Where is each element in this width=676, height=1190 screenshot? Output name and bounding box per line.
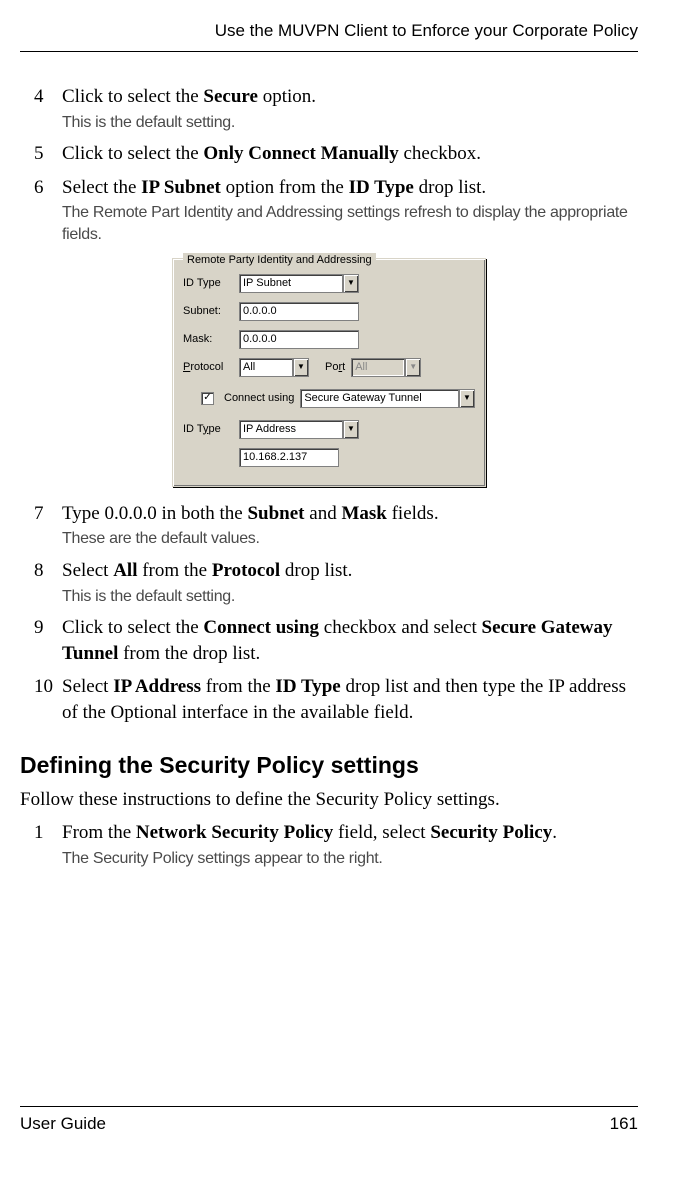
step-number: 7 (34, 501, 62, 550)
remote-party-dialog: Remote Party Identity and Addressing ID … (172, 258, 486, 487)
protocol-value: All (239, 358, 293, 377)
dialog-figure: Remote Party Identity and Addressing ID … (20, 258, 638, 487)
subnet-input[interactable] (239, 302, 359, 321)
idtype-row: ID Type IP Subnet ▼ (183, 274, 475, 293)
step-number: 6 (34, 175, 62, 246)
idtype2-dropdown[interactable]: IP Address ▼ (239, 420, 359, 439)
step-4: 4 Click to select the Secure option. Thi… (34, 84, 638, 133)
mask-label: Mask: (183, 332, 233, 347)
step-text: Type 0.0.0.0 in both the Subnet and Mask… (62, 501, 638, 527)
idtype2-row: ID Type IP Address ▼ (183, 420, 475, 439)
port-dropdown: All ▼ (351, 358, 421, 377)
protocol-label: Protocol (183, 360, 233, 375)
idtype-value: IP Subnet (239, 274, 343, 293)
subnet-label: Subnet: (183, 304, 233, 319)
section-steps: 1 From the Network Security Policy field… (34, 820, 638, 869)
step-note: This is the default setting. (62, 586, 638, 608)
step-text: Click to select the Connect using checkb… (62, 615, 638, 666)
step-note: The Security Policy settings appear to t… (62, 848, 638, 870)
protocol-dropdown[interactable]: All ▼ (239, 358, 309, 377)
idtype2-label: ID Type (183, 422, 233, 437)
step-number: 9 (34, 615, 62, 666)
chevron-down-icon[interactable]: ▼ (459, 389, 475, 408)
ip-row (183, 448, 475, 467)
page-header: Use the MUVPN Client to Enforce your Cor… (20, 20, 638, 52)
sec-step-1: 1 From the Network Security Policy field… (34, 820, 638, 869)
section-intro: Follow these instructions to define the … (20, 787, 638, 813)
chevron-down-icon: ▼ (405, 358, 421, 377)
step-text: Click to select the Secure option. (62, 84, 638, 110)
section-heading: Defining the Security Policy settings (20, 750, 638, 781)
step-10: 10 Select IP Address from the ID Type dr… (34, 674, 638, 725)
instruction-steps-cont: 7 Type 0.0.0.0 in both the Subnet and Ma… (34, 501, 638, 726)
step-7: 7 Type 0.0.0.0 in both the Subnet and Ma… (34, 501, 638, 550)
step-text: Select IP Address from the ID Type drop … (62, 674, 638, 725)
connect-using-row: ✓ Connect using Secure Gateway Tunnel ▼ (201, 389, 475, 408)
footer-left: User Guide (20, 1113, 106, 1136)
chevron-down-icon[interactable]: ▼ (293, 358, 309, 377)
connect-using-value: Secure Gateway Tunnel (300, 389, 459, 408)
step-6: 6 Select the IP Subnet option from the I… (34, 175, 638, 246)
protocol-row: Protocol All ▼ Port All ▼ (183, 358, 475, 377)
idtype-dropdown[interactable]: IP Subnet ▼ (239, 274, 359, 293)
step-number: 8 (34, 558, 62, 607)
chevron-down-icon[interactable]: ▼ (343, 274, 359, 293)
chevron-down-icon[interactable]: ▼ (343, 420, 359, 439)
page-footer: User Guide 161 (20, 1106, 638, 1136)
instruction-steps: 4 Click to select the Secure option. Thi… (34, 84, 638, 246)
connect-using-dropdown[interactable]: Secure Gateway Tunnel ▼ (300, 389, 475, 408)
step-number: 10 (34, 674, 62, 725)
step-9: 9 Click to select the Connect using chec… (34, 615, 638, 666)
step-text: Select the IP Subnet option from the ID … (62, 175, 638, 201)
step-note: This is the default setting. (62, 112, 638, 134)
port-label: Port (325, 360, 345, 375)
step-text: Select All from the Protocol drop list. (62, 558, 638, 584)
mask-row: Mask: (183, 330, 475, 349)
step-number: 1 (34, 820, 62, 869)
step-5: 5 Click to select the Only Connect Manua… (34, 141, 638, 167)
idtype-label: ID Type (183, 276, 233, 291)
step-note: These are the default values. (62, 528, 638, 550)
step-text: From the Network Security Policy field, … (62, 820, 638, 846)
step-text: Click to select the Only Connect Manuall… (62, 141, 638, 167)
connect-using-label: Connect using (224, 391, 294, 406)
ip-input[interactable] (239, 448, 339, 467)
mask-input[interactable] (239, 330, 359, 349)
connect-using-checkbox[interactable]: ✓ (201, 392, 214, 405)
step-number: 4 (34, 84, 62, 133)
dialog-title: Remote Party Identity and Addressing (183, 253, 376, 268)
idtype2-value: IP Address (239, 420, 343, 439)
step-number: 5 (34, 141, 62, 167)
step-8: 8 Select All from the Protocol drop list… (34, 558, 638, 607)
port-value: All (351, 358, 405, 377)
subnet-row: Subnet: (183, 302, 475, 321)
footer-page-number: 161 (610, 1113, 638, 1136)
step-note: The Remote Part Identity and Addressing … (62, 202, 638, 245)
